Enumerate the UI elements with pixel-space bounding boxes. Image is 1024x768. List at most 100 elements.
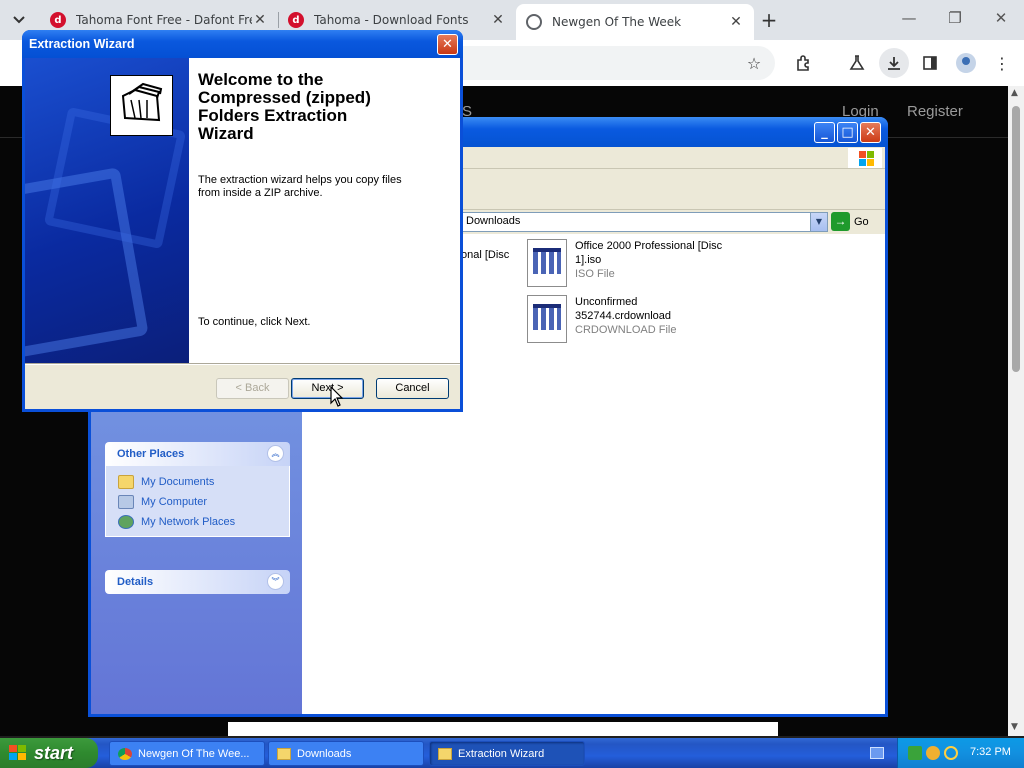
network-tray-icon[interactable] [908, 746, 922, 760]
page-scrollbar[interactable]: ▲ ▼ [1008, 86, 1024, 736]
new-tab-button[interactable]: + [758, 9, 780, 31]
go-button[interactable]: → Go [831, 212, 869, 231]
browser-tab-active[interactable]: Newgen Of The Week ✕ [516, 4, 754, 40]
wizard-continue-text: To continue, click Next. [198, 316, 311, 328]
explorer-maximize-button[interactable]: □ [837, 122, 858, 143]
network-icon [118, 515, 134, 529]
taskbar-item-downloads[interactable]: Downloads [268, 741, 424, 766]
register-link[interactable]: Register [907, 103, 963, 120]
file-type: CRDOWNLOAD File [575, 324, 677, 336]
file-name: Unconfirmed [575, 296, 638, 308]
heading-line: Welcome to the [198, 70, 324, 89]
file-item[interactable]: Unconfirmed 352744.crdownload CRDOWNLOAD… [527, 295, 676, 343]
scroll-thumb[interactable] [1012, 106, 1020, 372]
keyboard-icon[interactable] [870, 747, 884, 759]
tab-close-icon[interactable]: ✕ [252, 12, 268, 28]
labs-icon[interactable] [846, 52, 868, 74]
globe-icon [526, 14, 542, 30]
back-button[interactable]: < Back [216, 378, 289, 399]
crdownload-file-icon [527, 295, 567, 343]
tab-title: Tahoma - Download Fonts [314, 13, 469, 27]
explorer-minimize-button[interactable]: _ [814, 122, 835, 143]
computer-icon [118, 495, 134, 509]
file-item[interactable]: Office 2000 Professional [Disc 1].iso IS… [527, 239, 722, 287]
link-label: My Computer [141, 496, 208, 508]
taskbar-item-browser[interactable]: Newgen Of The Wee... [109, 741, 265, 766]
extensions-icon[interactable] [793, 52, 815, 74]
extraction-wizard-dialog: Extraction Wizard ✕ Welcome to the Compr… [22, 30, 463, 412]
profile-icon[interactable] [956, 53, 976, 73]
wizard-title: Extraction Wizard [29, 37, 135, 51]
go-arrow-icon: → [831, 212, 850, 231]
heading-line: Wizard [198, 124, 254, 143]
details-title: Details [117, 576, 154, 588]
taskbar-item-label: Downloads [297, 747, 352, 760]
wizard-close-button[interactable]: ✕ [437, 34, 458, 55]
iso-file-icon [527, 239, 567, 287]
minimize-button[interactable]: — [898, 9, 920, 27]
other-places-title: Other Places [117, 448, 185, 460]
dafont-favicon-icon: d [50, 12, 66, 28]
tab-close-icon[interactable]: ✕ [728, 14, 744, 30]
details-header[interactable]: Details ︾ [105, 570, 290, 594]
other-places-header[interactable]: Other Places ︽ [105, 442, 290, 466]
folder-icon [277, 747, 291, 760]
menu-icon[interactable]: ⋮ [991, 52, 1013, 74]
wizard-heading: Welcome to the Compressed (zipped) Folde… [198, 71, 428, 143]
partial-file-name[interactable]: onal [Disc [461, 249, 509, 261]
other-places-panel: Other Places ︽ My Documents My Computer … [105, 442, 290, 537]
my-computer-link[interactable]: My Computer [118, 492, 289, 512]
start-button[interactable]: start [0, 738, 98, 768]
close-button[interactable]: ✕ [990, 9, 1012, 27]
mouse-cursor-icon [330, 386, 344, 407]
file-name: 1].iso [575, 254, 602, 266]
folder-icon [118, 475, 134, 489]
security-tray-icon[interactable] [926, 746, 940, 760]
windows-logo-icon [8, 744, 28, 762]
taskbar-item-label: Extraction Wizard [458, 747, 545, 760]
folder-icon [438, 747, 452, 760]
file-name: 352744.crdownload [575, 310, 672, 322]
taskbar-item-label: Newgen Of The Wee... [138, 747, 250, 760]
heading-line: Compressed (zipped) [198, 88, 371, 107]
wizard-description: The extraction wizard helps you copy fil… [198, 174, 418, 200]
link-label: My Network Places [141, 516, 236, 528]
zipped-folders-icon [110, 75, 173, 136]
windows-taskbar: start Newgen Of The Wee... Downloads Ext… [0, 738, 1024, 768]
expand-icon[interactable]: ︾ [267, 573, 284, 590]
link-label: My Documents [141, 476, 215, 488]
file-name: Office 2000 Professional [Disc [575, 240, 723, 252]
web-content-strip [228, 722, 778, 736]
tab-title: Tahoma Font Free - Dafont Free [76, 13, 252, 27]
restore-button[interactable]: ❐ [944, 9, 966, 27]
file-type: ISO File [575, 268, 615, 280]
description-line: from inside a ZIP archive. [198, 187, 323, 199]
description-line: The extraction wizard helps you copy fil… [198, 174, 402, 186]
my-documents-link[interactable]: My Documents [118, 472, 289, 492]
cancel-button[interactable]: Cancel [376, 378, 449, 399]
my-network-places-link[interactable]: My Network Places [118, 512, 289, 532]
taskbar-item-extraction-wizard[interactable]: Extraction Wizard [429, 741, 585, 766]
explorer-close-button[interactable]: ✕ [860, 122, 881, 143]
system-tray: 7:32 PM [897, 738, 1024, 768]
go-label: Go [854, 215, 869, 228]
address-text: Downloads [466, 215, 521, 227]
windows-flag-icon [848, 148, 882, 168]
wizard-titlebar[interactable]: Extraction Wizard ✕ [22, 30, 463, 58]
address-dropdown-icon[interactable]: ▼ [810, 213, 827, 231]
next-button[interactable]: Next > [291, 378, 364, 399]
tab-search-button[interactable] [7, 8, 31, 32]
star-icon[interactable]: ☆ [743, 52, 765, 74]
tab-title: Newgen Of The Week [552, 15, 682, 29]
search-tray-icon[interactable] [944, 746, 958, 760]
tab-close-icon[interactable]: ✕ [490, 12, 506, 28]
start-label: start [34, 742, 74, 763]
wizard-body: Welcome to the Compressed (zipped) Folde… [25, 58, 460, 409]
dafont-favicon-icon: d [288, 12, 304, 28]
wizard-banner [25, 58, 189, 363]
scroll-up-icon[interactable]: ▲ [1011, 88, 1018, 98]
scroll-down-icon[interactable]: ▼ [1011, 722, 1018, 732]
side-panel-icon[interactable] [919, 52, 941, 74]
collapse-icon[interactable]: ︽ [267, 445, 284, 462]
download-icon[interactable] [879, 48, 909, 78]
